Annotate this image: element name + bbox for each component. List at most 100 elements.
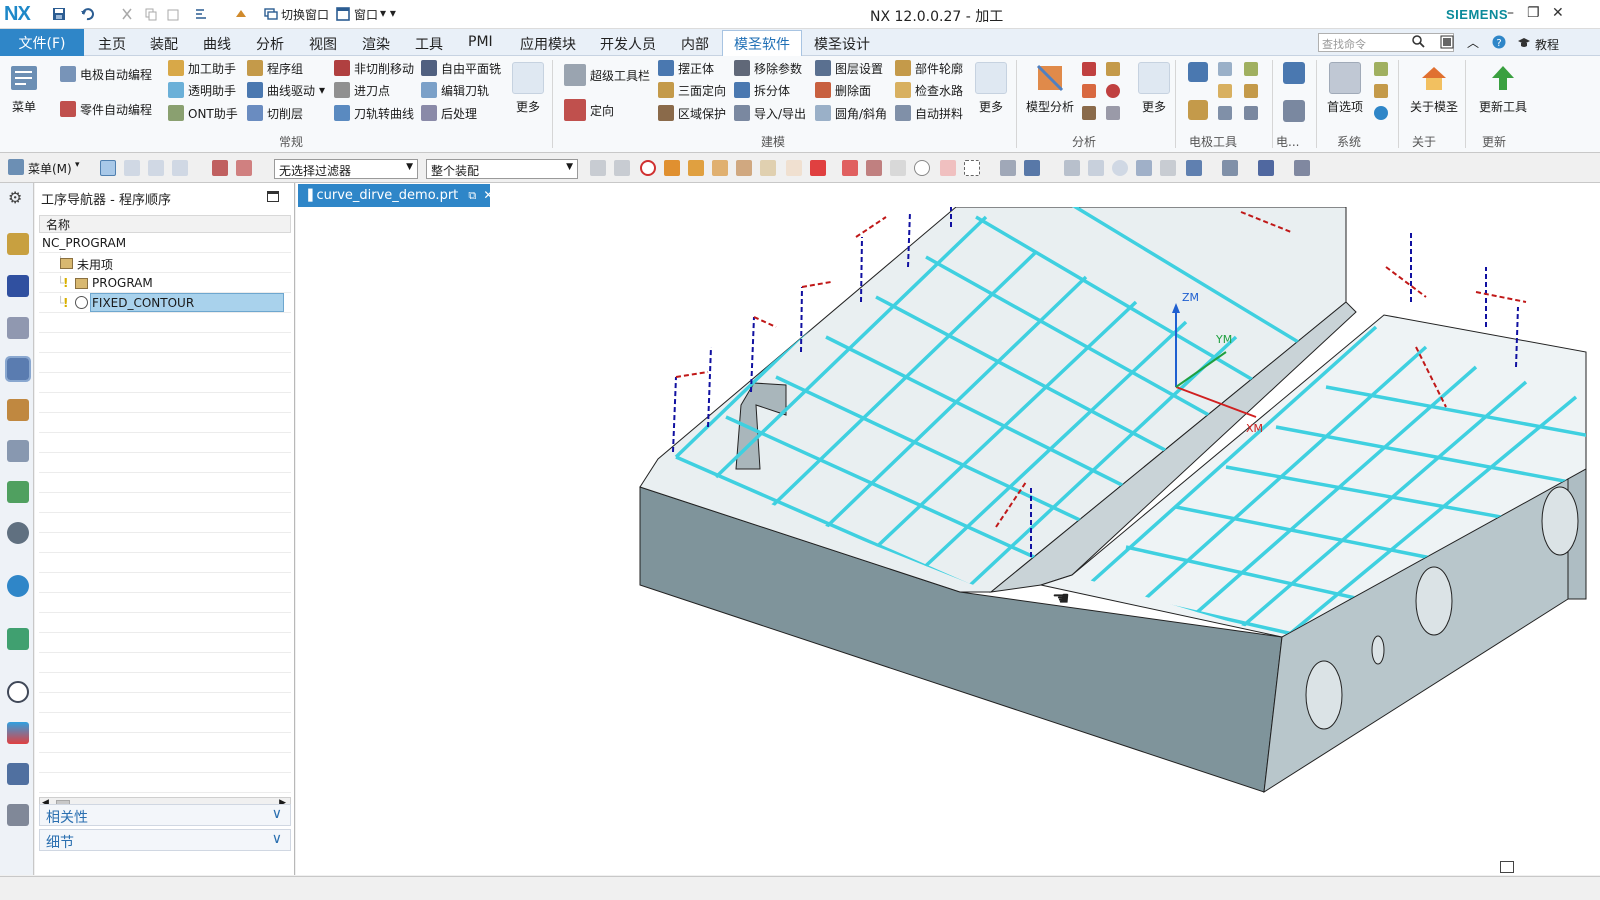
selection-filter-select[interactable]: 无选择过滤器 ▼ [274, 159, 418, 179]
collapse-ribbon-icon[interactable]: ︿ [1467, 34, 1479, 51]
draft-icon[interactable] [1082, 106, 1096, 120]
electrode-view-icon[interactable] [1218, 62, 1232, 76]
midpoint-snap-icon[interactable] [842, 160, 858, 176]
cut-layer-button[interactable]: 切削层 [247, 103, 303, 123]
transparent-helper-button[interactable]: 透明助手 [168, 80, 236, 100]
assembly-scope-select[interactable]: 整个装配 ▼ [426, 159, 578, 179]
quadrant-icon[interactable] [940, 160, 956, 176]
window-icon[interactable] [334, 5, 352, 23]
curve-drive-button[interactable]: 曲线驱动 ▾ [247, 80, 325, 100]
wireframe-icon[interactable] [1024, 160, 1040, 176]
window-dropdown-icon[interactable]: ▾ ▾ [380, 6, 396, 20]
snap-mode-icon[interactable] [614, 160, 630, 176]
color-icon[interactable] [1082, 84, 1096, 98]
machining-helper-button[interactable]: 加工助手 [168, 58, 236, 78]
more-button-modeling[interactable]: 更多 [975, 62, 1007, 115]
electrode-move-icon[interactable] [1244, 84, 1258, 98]
electrode-list-icon[interactable] [1218, 106, 1232, 120]
tab-tools[interactable]: 工具 [415, 34, 443, 54]
menu-big-button[interactable]: 菜单 [8, 62, 40, 115]
electrode-table-icon[interactable] [1283, 100, 1305, 122]
electrode-check-icon[interactable] [1244, 62, 1258, 76]
details-panel[interactable]: 细节 ∨ [39, 829, 291, 851]
auto-stock-button[interactable]: 自动拼料 [895, 103, 963, 123]
part-navigator-icon[interactable] [7, 317, 29, 339]
swing-body-button[interactable]: 摆正体 [658, 58, 714, 78]
tree-collapse-icon[interactable] [172, 160, 188, 176]
tab-pmi[interactable]: PMI [468, 34, 493, 50]
super-toolbar-button[interactable]: 超级工具栏 [564, 64, 650, 86]
eye-icon[interactable] [7, 522, 29, 544]
edit-toolpath-button[interactable]: 编辑刀轨 [421, 80, 489, 100]
operation-navigator-icon[interactable] [5, 356, 31, 382]
update-tools-button[interactable]: 更新工具 [1479, 62, 1527, 115]
layer-visible-icon[interactable] [1258, 160, 1274, 176]
system-settings-icon[interactable] [1374, 62, 1388, 76]
web-browser-icon[interactable] [7, 628, 29, 650]
fillet-chamfer-button[interactable]: 圆角/斜角 [815, 103, 887, 123]
model-analysis-button[interactable]: 模型分析 [1026, 62, 1074, 115]
solid-filter-icon[interactable] [712, 160, 728, 176]
fit-view-icon[interactable] [1064, 160, 1080, 176]
part-auto-button[interactable]: 零件自动编程 [60, 99, 152, 119]
close-tab-icon[interactable]: ✕ [483, 188, 493, 202]
tab-assembly[interactable]: 装配 [150, 34, 178, 54]
settings-icon[interactable]: ⚙ [8, 188, 22, 207]
close-icon[interactable]: ✕ [1552, 5, 1564, 21]
command-search-input[interactable]: 查找命令 [1318, 33, 1454, 52]
search-icon[interactable] [1411, 34, 1425, 48]
copy-icon[interactable] [142, 5, 160, 23]
about-button[interactable]: 关于模圣 [1410, 62, 1458, 115]
free-plane-mill-button[interactable]: 自由平面铣 [421, 58, 501, 78]
remove-params-button[interactable]: 移除参数 [734, 58, 802, 78]
electrode-copy-icon[interactable] [1244, 106, 1258, 120]
non-cut-move-button[interactable]: 非切削移动 [334, 58, 414, 78]
restore-icon[interactable]: ❐ [1527, 5, 1540, 21]
generate-toolpath-icon[interactable] [212, 160, 228, 176]
system-scene-icon[interactable] [7, 804, 29, 826]
entry-point-button[interactable]: 进刀点 [334, 80, 390, 100]
cut-icon[interactable] [118, 5, 136, 23]
palette-icon[interactable] [7, 722, 29, 744]
full-screen-icon[interactable] [1500, 861, 1514, 873]
snap-point-icon[interactable] [590, 160, 606, 176]
toolpath-to-curve-button[interactable]: 刀轨转曲线 [334, 103, 414, 123]
model-3d-view[interactable] [296, 207, 1600, 875]
tutorial-link[interactable]: 教程 [1535, 36, 1559, 53]
more-button-analysis[interactable]: 更多 [1138, 62, 1170, 115]
tab-view[interactable]: 视图 [309, 34, 337, 54]
arc-center-icon[interactable] [914, 160, 930, 176]
electrode-auto-button[interactable]: 电极自动编程 [60, 64, 152, 84]
info-rail-icon[interactable] [7, 575, 29, 597]
angle-icon[interactable] [1106, 84, 1120, 98]
float-tab-icon[interactable]: ⧉ [468, 189, 476, 202]
reuse-library-icon[interactable] [7, 399, 29, 421]
zoom-icon[interactable] [1088, 160, 1104, 176]
tree-row-fixed-contour[interactable]: └ ! FIXED_CONTOUR [39, 293, 291, 313]
help-icon[interactable]: ? [1492, 35, 1506, 49]
lock-icon[interactable] [1374, 84, 1388, 98]
sheet-filter-icon[interactable] [736, 160, 752, 176]
region-protect-button[interactable]: 区域保护 [658, 103, 726, 123]
post-process-button[interactable]: 后处理 [421, 103, 477, 123]
measure-icon[interactable] [1106, 62, 1120, 76]
touch-mode-icon[interactable] [232, 5, 250, 23]
tutorial-icon[interactable] [1517, 35, 1531, 49]
undo-icon[interactable] [78, 5, 96, 23]
section-view-icon[interactable] [1294, 160, 1310, 176]
assembly-navigator-icon[interactable] [7, 233, 29, 255]
switch-window-button[interactable]: 切换窗口 [281, 6, 329, 23]
repeat-command-icon[interactable] [192, 5, 210, 23]
save-icon[interactable] [50, 5, 68, 23]
more-button-common[interactable]: 更多 [512, 62, 544, 115]
tab-developer[interactable]: 开发人员 [600, 34, 656, 54]
tree-row-unused[interactable]: └ 未用项 [39, 253, 291, 273]
pan-icon[interactable] [1136, 160, 1152, 176]
window-menu-button[interactable]: 窗口 [354, 6, 378, 23]
dependencies-panel[interactable]: 相关性 ∨ [39, 804, 291, 826]
maximize-panel-icon[interactable] [267, 191, 279, 202]
menu-icon[interactable] [8, 159, 24, 175]
mass-icon[interactable] [1082, 62, 1096, 76]
info-icon[interactable] [1374, 106, 1388, 120]
curve-filter-icon[interactable] [760, 160, 776, 176]
